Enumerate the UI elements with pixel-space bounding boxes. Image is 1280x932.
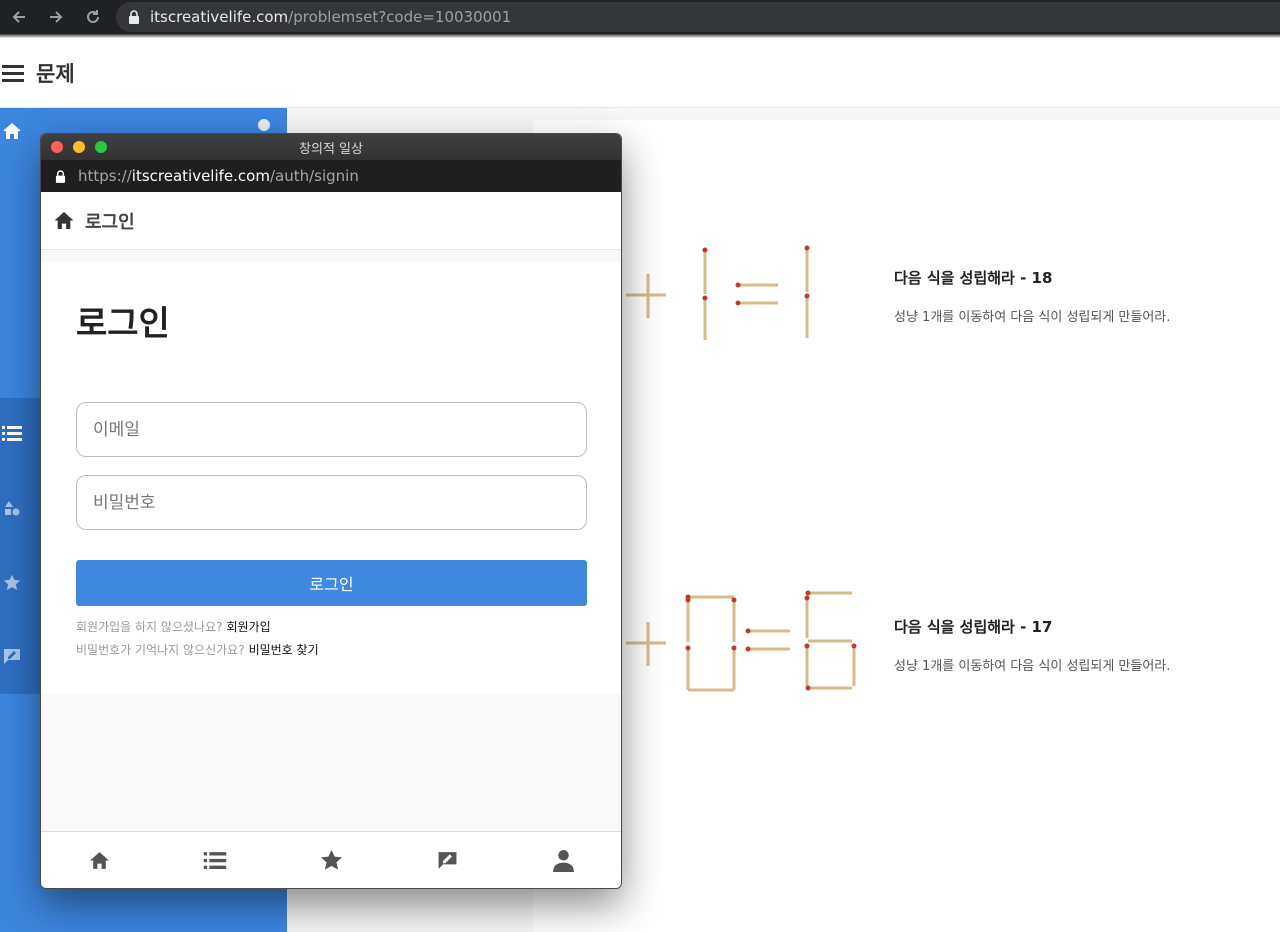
bottom-navigation xyxy=(41,831,621,888)
feedback-icon xyxy=(4,648,20,664)
home-icon[interactable] xyxy=(53,211,75,230)
bottom-tab-feedback[interactable] xyxy=(389,832,505,888)
popup-body: 로그인 로그인 회원가입을 하지 않으셨나요?회원가입 비밀번호가 기억나지 않… xyxy=(41,250,621,832)
list-icon xyxy=(203,852,227,869)
url-host: itscreativelife.com xyxy=(150,8,289,26)
address-bar[interactable]: itscreativelife.com/problemset?code=1003… xyxy=(116,2,1280,32)
login-button[interactable]: 로그인 xyxy=(76,560,587,606)
page-header: 문제 xyxy=(0,38,1280,108)
arrow-right-icon xyxy=(49,11,62,23)
address-url: itscreativelife.com/problemset?code=1003… xyxy=(150,8,511,26)
menu-icon[interactable] xyxy=(2,64,24,82)
reload-icon xyxy=(86,10,99,23)
problem-description: 성냥 1개를 이동하여 다음 식이 성립되게 만들어라. xyxy=(894,659,1171,674)
popup-header: 로그인 xyxy=(41,192,621,250)
list-icon xyxy=(2,426,22,441)
sidebar-item-shapes[interactable] xyxy=(2,498,22,518)
url-scheme: https:// xyxy=(78,167,132,185)
bottom-tab-list[interactable] xyxy=(157,832,273,888)
lock-icon xyxy=(129,10,139,24)
url-host: itscreativelife.com xyxy=(131,167,270,185)
home-icon xyxy=(3,123,21,139)
url-path: /problemset?code=10030001 xyxy=(288,8,512,26)
back-button[interactable] xyxy=(0,0,37,34)
problem-item-18[interactable]: 다음 식을 성립해라 - 18 성냥 1개를 이동하여 다음 식이 성립되게 만… xyxy=(894,267,1170,325)
popup-url: https://itscreativelife.com/auth/signin xyxy=(78,167,359,185)
login-title: 로그인 xyxy=(76,304,170,344)
sidebar-item-home[interactable] xyxy=(2,121,22,141)
problem-image-18[interactable] xyxy=(620,242,870,346)
star-icon xyxy=(3,574,21,590)
lock-icon xyxy=(55,169,66,183)
problem-title: 다음 식을 성립해라 - 17 xyxy=(894,618,1053,636)
email-input[interactable] xyxy=(76,402,587,457)
popup-titlebar[interactable]: 창의적 일상 xyxy=(41,134,621,160)
shapes-icon xyxy=(5,501,20,516)
star-icon xyxy=(320,849,342,870)
problem-item-17[interactable]: 다음 식을 성립해라 - 17 성냥 1개를 이동하여 다음 식이 성립되게 만… xyxy=(894,616,1170,674)
forward-button[interactable] xyxy=(37,0,74,34)
sidebar-item-star[interactable] xyxy=(2,572,22,592)
browser-toolbar: itscreativelife.com/problemset?code=1003… xyxy=(0,0,1280,34)
home-icon xyxy=(89,851,109,869)
problem-title: 다음 식을 성립해라 - 18 xyxy=(894,269,1053,287)
login-popup-window: 창의적 일상 https://itscreativelife.com/auth/… xyxy=(40,133,622,889)
signup-help: 회원가입을 하지 않으셨나요? 회원가입 xyxy=(76,618,271,635)
url-path: /auth/signin xyxy=(269,167,359,185)
user-icon xyxy=(552,849,574,872)
forgot-password-link[interactable]: 비밀번호 찾기 xyxy=(249,643,319,657)
arrow-left-icon xyxy=(12,11,25,23)
popup-header-title: 로그인 xyxy=(85,211,135,233)
forgot-password-prompt: 비밀번호가 기억나지 않으신가요? xyxy=(76,643,245,657)
feedback-icon xyxy=(438,851,456,869)
popup-window-title: 창의적 일상 xyxy=(299,142,363,157)
login-form: 로그인 로그인 회원가입을 하지 않으셨나요?회원가입 비밀번호가 기억나지 않… xyxy=(41,262,621,694)
password-input[interactable] xyxy=(76,475,587,530)
reload-button[interactable] xyxy=(74,0,111,34)
bottom-tab-star[interactable] xyxy=(273,832,389,888)
signup-prompt: 회원가입을 하지 않으셨나요? xyxy=(76,620,223,634)
bottom-tab-profile[interactable] xyxy=(505,832,621,888)
problem-description: 성냥 1개를 이동하여 다음 식이 성립되게 만들어라. xyxy=(894,310,1171,325)
sidebar-toggle-dot[interactable] xyxy=(258,119,270,131)
forgot-password-help: 비밀번호가 기억나지 않으신가요? 비밀번호 찾기 xyxy=(76,641,319,658)
signup-link[interactable]: 회원가입 xyxy=(226,620,270,634)
bottom-tab-home[interactable] xyxy=(41,832,157,888)
page-title: 문제 xyxy=(36,61,75,86)
popup-address-bar[interactable]: https://itscreativelife.com/auth/signin xyxy=(41,160,621,192)
sidebar-item-feedback[interactable] xyxy=(2,646,22,666)
problem-image-17[interactable] xyxy=(620,590,870,694)
sidebar-item-list[interactable] xyxy=(2,423,22,443)
